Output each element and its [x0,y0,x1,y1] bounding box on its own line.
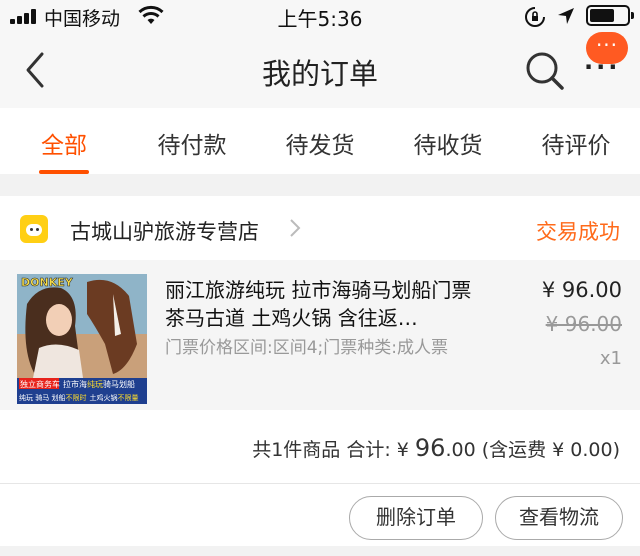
shop-logo-icon [20,215,48,243]
original-price: ¥ 96.00 [545,312,622,336]
product-price: ¥ 96.00 [541,278,622,302]
status-bar: 中国移动 上午5:36 [0,0,640,32]
chevron-right-icon [290,219,301,237]
rotation-lock-icon [525,7,545,27]
product-sku: 门票价格区间:区间4;门票种类:成人票 [165,338,448,358]
tab-pending-review[interactable]: 待评价 [512,108,640,174]
delete-order-button[interactable]: 删除订单 [349,496,483,540]
order-item[interactable]: DONKEY 独立商务车 拉市海纯玩骑马划船 纯玩 骑马 划船不限时 土鸡火锅不限… [0,260,640,410]
tab-pending-payment[interactable]: 待付款 [128,108,256,174]
tab-pending-shipment[interactable]: 待发货 [256,108,384,174]
divider [0,483,640,484]
product-image: DONKEY 独立商务车 拉市海纯玩骑马划船 纯玩 骑马 划船不限时 土鸡火锅不限… [17,274,147,404]
order-card: 古城山驴旅游专营店 交易成功 DONKEY 独立商务车 拉市海纯玩骑马划船 纯玩… [0,196,640,546]
order-tabs: 全部 待付款 待发货 待收货 待评价 [0,108,640,174]
view-logistics-button[interactable]: 查看物流 [495,496,623,540]
order-status: 交易成功 [536,220,620,244]
thumb-brand: DONKEY [21,276,74,289]
tab-pending-receipt[interactable]: 待收货 [384,108,512,174]
nav-bar: 我的订单 ··· ··· [0,32,640,108]
product-title[interactable]: 丽江旅游纯玩 拉市海骑马划船门票 茶马古道 土鸡火锅 含往返… [165,276,495,332]
thumb-tagline: 拉市海纯玩骑马划船 [63,379,135,389]
tab-all[interactable]: 全部 [0,108,128,174]
order-summary: 共1件商品 合计: ¥ 96.00 (含运费 ¥ 0.00) [252,434,620,462]
battery-icon [586,5,634,26]
shop-header[interactable]: 古城山驴旅游专营店 交易成功 [0,196,640,260]
thumb-badge: 独立商务车 [20,379,60,389]
thumb-features: 纯玩 骑马 划船不限时 土鸡火锅不限量 [19,393,138,402]
more-icon[interactable]: ··· [584,55,620,79]
search-icon[interactable] [524,50,566,92]
product-quantity: x1 [599,348,622,369]
product-thumbnail[interactable]: DONKEY 独立商务车 拉市海纯玩骑马划船 纯玩 骑马 划船不限时 土鸡火锅不限… [17,274,147,404]
location-icon [558,8,574,24]
shop-name[interactable]: 古城山驴旅游专营店 [70,216,259,246]
